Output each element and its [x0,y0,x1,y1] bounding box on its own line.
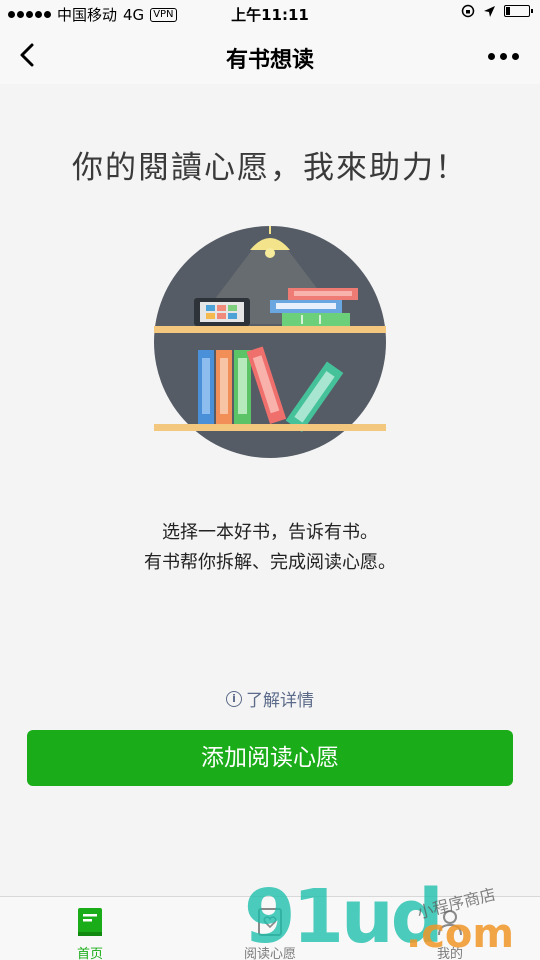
tab-mine[interactable]: 我的 [390,897,510,960]
status-time: 上午11:11 [231,6,309,24]
status-right [461,4,533,18]
nav-bar: 有书想读 [0,28,540,84]
stacked-book-green [282,313,350,326]
headline: 你的閱讀心愿，我來助力！ [72,150,468,186]
description: 选择一本好书，告诉有书。 有书帮你拆解、完成阅读心愿。 [0,518,540,578]
description-line-2: 有书帮你拆解、完成阅读心愿。 [144,552,396,573]
tab-home[interactable]: 首页 [30,897,150,960]
learn-more-link[interactable]: i 了解详情 [0,686,540,711]
add-reading-wish-button[interactable]: 添加阅读心愿 [27,730,513,786]
info-icon: i [226,690,242,707]
tab-reading-wish-label: 阅读心愿 [243,947,296,960]
tab-reading-wish[interactable]: 阅读心愿 [210,897,330,960]
more-options-icon[interactable] [486,44,520,68]
book-icon [78,908,102,936]
description-line-1: 选择一本好书，告诉有书。 [162,522,378,543]
page-title: 有书想读 [225,48,314,73]
learn-more-label: 了解详情 [246,691,314,711]
rotation-lock-icon [461,4,475,18]
user-icon [438,910,462,936]
heart-book-icon [258,908,282,936]
tab-bar: 首页 阅读心愿 我的 [0,896,540,960]
battery-fill [506,7,510,15]
battery-icon [504,5,533,17]
lamp-bulb [265,248,275,258]
shelf-bottom [154,424,386,431]
tab-home-label: 首页 [76,947,103,960]
tab-mine-label: 我的 [436,947,463,960]
shelf-top [154,326,386,333]
status-bar: 中国移动 4G VPN 上午11:11 [0,0,540,28]
location-icon [484,5,495,17]
bookshelf-illustration [154,226,386,458]
